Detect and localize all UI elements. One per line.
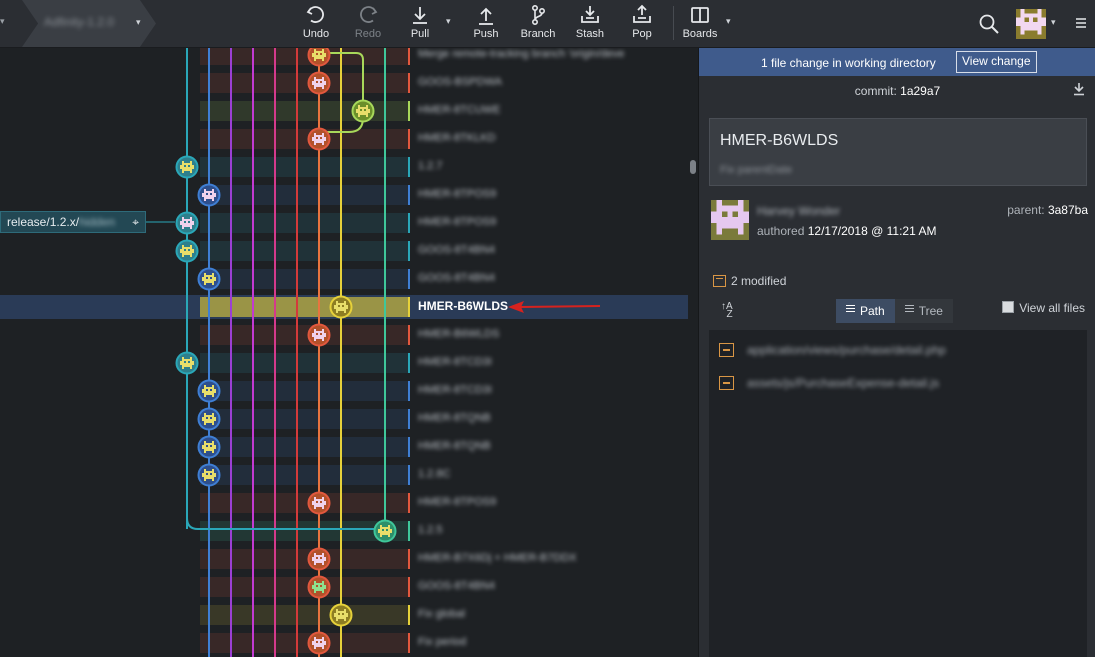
- commit-summary-box[interactable]: HMER-B6WLDS Fix parentDate: [709, 118, 1087, 186]
- modified-file-icon: [713, 275, 726, 287]
- pop-label: Pop: [632, 28, 652, 40]
- modified-file-icon: [719, 343, 734, 357]
- file-list: application/views/purchase/detail.php as…: [709, 330, 1087, 657]
- authored-label: authored: [757, 224, 805, 238]
- author-avatar: [711, 200, 749, 240]
- hamburger-menu-icon[interactable]: [1075, 17, 1087, 29]
- path-view-button[interactable]: Path: [836, 299, 895, 323]
- file-path: application/views/purchase/detail.php: [747, 343, 946, 357]
- graph-scrollbar-thumb[interactable]: [690, 160, 696, 174]
- redo-label: Redo: [354, 28, 382, 40]
- commit-label: commit:: [854, 84, 897, 98]
- boards-button[interactable]: Boards: [676, 4, 724, 44]
- crosshair-icon[interactable]: ⌖: [132, 212, 139, 232]
- commit-sha[interactable]: 1a29a7: [900, 84, 940, 98]
- pop-icon: [633, 4, 651, 23]
- branch-label: Branch: [520, 28, 556, 40]
- pop-button[interactable]: Pop: [618, 4, 666, 44]
- path-label: Path: [860, 304, 885, 318]
- repo-tab[interactable]: ▾ Adfinity-1.2.0 ▾: [0, 0, 168, 47]
- author-name: Harvey Wonder: [757, 204, 841, 218]
- sort-az-icon[interactable]: ↑A Z: [721, 302, 733, 320]
- avatar-chevron-down-icon[interactable]: ▾: [1051, 17, 1056, 28]
- pull-button[interactable]: Pull: [396, 4, 444, 44]
- branch-label-release[interactable]: release/1.2.x/hidden ⌖: [0, 211, 146, 233]
- toolbar-separator: [673, 6, 674, 40]
- undo-label: Undo: [302, 28, 330, 40]
- wip-text: 1 file change in working directory: [761, 56, 936, 70]
- commit-description[interactable]: Fix parentDate: [720, 164, 792, 176]
- modified-count: 2 modified: [713, 274, 786, 288]
- stash-icon: [581, 6, 599, 23]
- toolbar: ▾ Adfinity-1.2.0 ▾ Undo Redo Pull ▾ Push…: [0, 0, 1095, 48]
- avatar-invader-icon: [1016, 9, 1046, 35]
- boards-options-chevron-icon[interactable]: ▾: [726, 16, 731, 27]
- stash-button[interactable]: Stash: [566, 4, 614, 44]
- download-icon[interactable]: [1072, 82, 1086, 96]
- redo-icon: [360, 6, 378, 23]
- modified-file-icon: [719, 376, 734, 390]
- wip-banner[interactable]: 1 file change in working directory View …: [699, 48, 1095, 76]
- push-icon: [479, 7, 493, 25]
- parent-sha[interactable]: 3a87ba: [1048, 203, 1088, 217]
- tree-label: Tree: [918, 304, 943, 318]
- chevron-down-icon[interactable]: ▾: [0, 16, 5, 27]
- parent-line: parent: 3a87ba: [1007, 203, 1088, 217]
- authored-date: 12/17/2018 @ 11:21 AM: [807, 224, 937, 238]
- boards-label: Boards: [682, 28, 718, 40]
- list-icon: [846, 303, 855, 314]
- view-all-files[interactable]: View all files: [1002, 301, 1085, 315]
- graph-merge-line: [186, 517, 385, 530]
- authored-line: authored 12/17/2018 @ 11:21 AM: [757, 224, 936, 238]
- branch-button[interactable]: Branch: [514, 4, 562, 44]
- commit-detail-panel: 1 file change in working directory View …: [698, 48, 1095, 657]
- branch-icon: [532, 4, 546, 26]
- tree-view-button[interactable]: Tree: [894, 299, 953, 323]
- commit-graph[interactable]: Merge remote-tracking branch 'origin/dev…: [0, 48, 698, 657]
- commit-summary-title[interactable]: HMER-B6WLDS: [720, 132, 838, 150]
- file-path: assets/js/PurchaseExpense-detail.js: [747, 376, 940, 390]
- parent-label: parent:: [1007, 203, 1045, 217]
- red-arrow-annotation: [508, 301, 601, 313]
- push-label: Push: [473, 28, 499, 40]
- user-avatar[interactable]: [1016, 9, 1046, 39]
- branch-label-hidden: hidden: [79, 215, 116, 229]
- modified-text: 2 modified: [731, 274, 787, 288]
- undo-icon: [306, 6, 324, 23]
- view-toggle: Path Tree: [836, 299, 953, 323]
- author-invader-icon: [711, 200, 749, 235]
- pull-options-chevron-icon[interactable]: ▾: [446, 16, 451, 27]
- search-icon[interactable]: [978, 13, 1000, 35]
- branch-label-text: release/1.2.x/: [7, 215, 80, 229]
- redo-button[interactable]: Redo: [344, 4, 392, 44]
- view-all-files-label: View all files: [1019, 301, 1085, 315]
- view-change-button[interactable]: View change: [956, 51, 1037, 73]
- commit-sha-line: commit: 1a29a7: [699, 84, 1095, 98]
- chevron-down-icon[interactable]: ▾: [136, 17, 141, 28]
- view-all-files-checkbox[interactable]: [1002, 301, 1015, 313]
- repo-name: Adfinity-1.2.0: [44, 15, 115, 29]
- boards-icon: [691, 7, 709, 23]
- stash-label: Stash: [575, 28, 605, 40]
- pull-icon: [413, 7, 427, 24]
- graph-lanes: [146, 48, 397, 657]
- undo-button[interactable]: Undo: [292, 4, 340, 44]
- tree-icon: [904, 303, 914, 314]
- pull-label: Pull: [410, 28, 430, 40]
- push-button[interactable]: Push: [462, 4, 510, 44]
